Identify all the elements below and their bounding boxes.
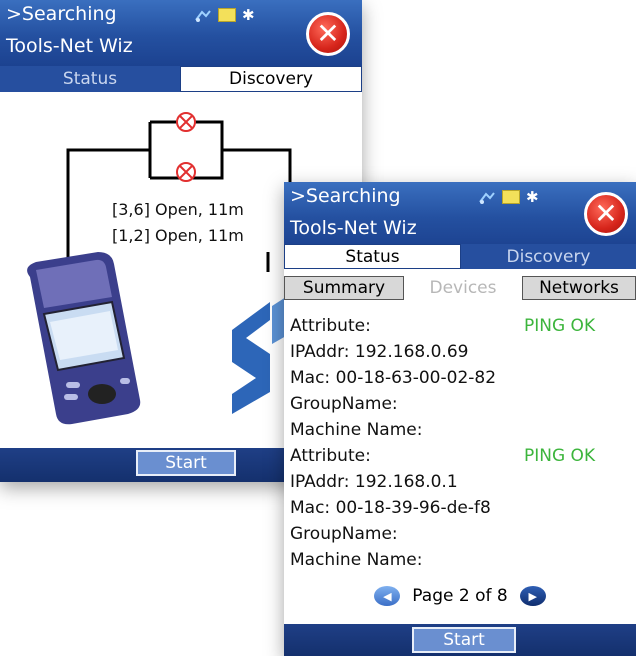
device-mac: Mac: 00-18-63-00-02-82 xyxy=(290,368,497,388)
subtab-devices[interactable]: Devices xyxy=(404,276,522,300)
device-mac: Mac: 00-18-39-96-de-f8 xyxy=(290,498,491,518)
title-line2: Tools-Net Wiz xyxy=(290,217,417,239)
title-line1: >Searching xyxy=(6,3,117,25)
device-ip: IPAddr: 192.168.0.69 xyxy=(290,342,469,362)
tab-status[interactable]: Status xyxy=(284,244,461,269)
folder-icon xyxy=(502,190,520,204)
device-ping-status: PING OK xyxy=(524,316,596,336)
device-group: GroupName: xyxy=(290,524,398,544)
bluetooth-icon: ✱ xyxy=(242,6,255,24)
tab-discovery[interactable]: Discovery xyxy=(180,66,362,92)
page-indicator: Page 2 of 8 xyxy=(412,586,508,606)
bluetooth-icon: ✱ xyxy=(526,188,539,206)
tester-device-image xyxy=(27,252,141,425)
close-button[interactable]: ✕ xyxy=(584,192,628,236)
main-tabs: Status Discovery xyxy=(284,244,636,269)
titlebar: >Searching Tools-Net Wiz ✱ ✕ xyxy=(284,182,636,248)
titlebar: >Searching Tools-Net Wiz ✱ ✕ xyxy=(0,0,362,66)
tab-status[interactable]: Status xyxy=(0,66,180,92)
device-attribute-label: Attribute: xyxy=(290,316,371,336)
pair-status: [3,6] Open, 11m xyxy=(112,200,244,219)
device-attribute-label: Attribute: xyxy=(290,446,371,466)
sub-tabs: Summary Devices Networks xyxy=(284,276,636,300)
network-icon xyxy=(194,8,212,22)
device-machine: Machine Name: xyxy=(290,420,423,440)
status-icons: ✱ xyxy=(194,6,255,24)
device-ping-status: PING OK xyxy=(524,446,596,466)
status-icons: ✱ xyxy=(478,188,539,206)
start-button[interactable]: Start xyxy=(412,627,516,653)
network-icon xyxy=(478,190,496,204)
lamp-icon xyxy=(176,112,196,132)
front-window: >Searching Tools-Net Wiz ✱ ✕ Status Disc… xyxy=(284,182,636,656)
device-group: GroupName: xyxy=(290,394,398,414)
close-icon: ✕ xyxy=(594,197,618,230)
tab-discovery[interactable]: Discovery xyxy=(461,244,636,269)
subtab-networks[interactable]: Networks xyxy=(522,276,636,300)
pair-status: [1,2] Open, 11m xyxy=(112,226,244,245)
next-page-icon[interactable]: ▶ xyxy=(519,586,546,606)
main-tabs: Status Discovery xyxy=(0,66,362,92)
bottom-bar: Start xyxy=(284,624,636,656)
close-button[interactable]: ✕ xyxy=(306,12,350,56)
device-machine: Machine Name: xyxy=(290,550,423,570)
prev-page-icon[interactable]: ◀ xyxy=(374,586,401,606)
start-button[interactable]: Start xyxy=(136,450,236,476)
pager: ◀ Page 2 of 8 ▶ xyxy=(284,586,636,606)
folder-icon xyxy=(218,8,236,22)
title-line1: >Searching xyxy=(290,185,401,207)
device-ip: IPAddr: 192.168.0.1 xyxy=(290,472,458,492)
close-icon: ✕ xyxy=(316,17,340,50)
title-line2: Tools-Net Wiz xyxy=(6,35,133,57)
lamp-icon xyxy=(176,162,196,182)
subtab-summary[interactable]: Summary xyxy=(284,276,404,300)
